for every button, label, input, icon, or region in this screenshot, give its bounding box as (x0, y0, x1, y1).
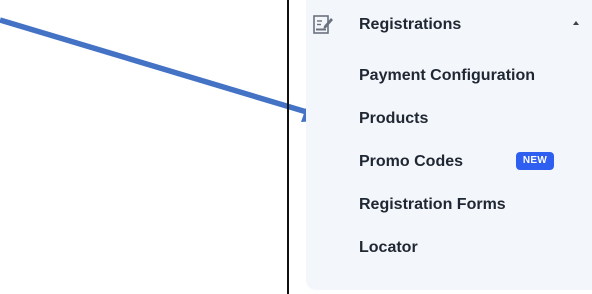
nav-item-products[interactable]: Products (359, 109, 428, 129)
new-badge: NEW (516, 152, 554, 170)
sidebar-nav-panel: Registrations Payment Configuration Prod… (306, 0, 592, 290)
caret-up-icon[interactable] (573, 21, 579, 25)
nav-item-payment-configuration[interactable]: Payment Configuration (359, 66, 535, 86)
nav-section-registrations[interactable]: Registrations (306, 4, 592, 44)
nav-section-label: Registrations (359, 16, 462, 33)
form-edit-icon (312, 14, 334, 36)
nav-item-locator[interactable]: Locator (359, 238, 418, 258)
screenshot-stage: Registrations Payment Configuration Prod… (0, 0, 592, 294)
nav-item-registration-forms[interactable]: Registration Forms (359, 195, 506, 215)
nav-item-promo-codes[interactable]: Promo Codes (359, 152, 463, 172)
vertical-divider (287, 0, 289, 294)
